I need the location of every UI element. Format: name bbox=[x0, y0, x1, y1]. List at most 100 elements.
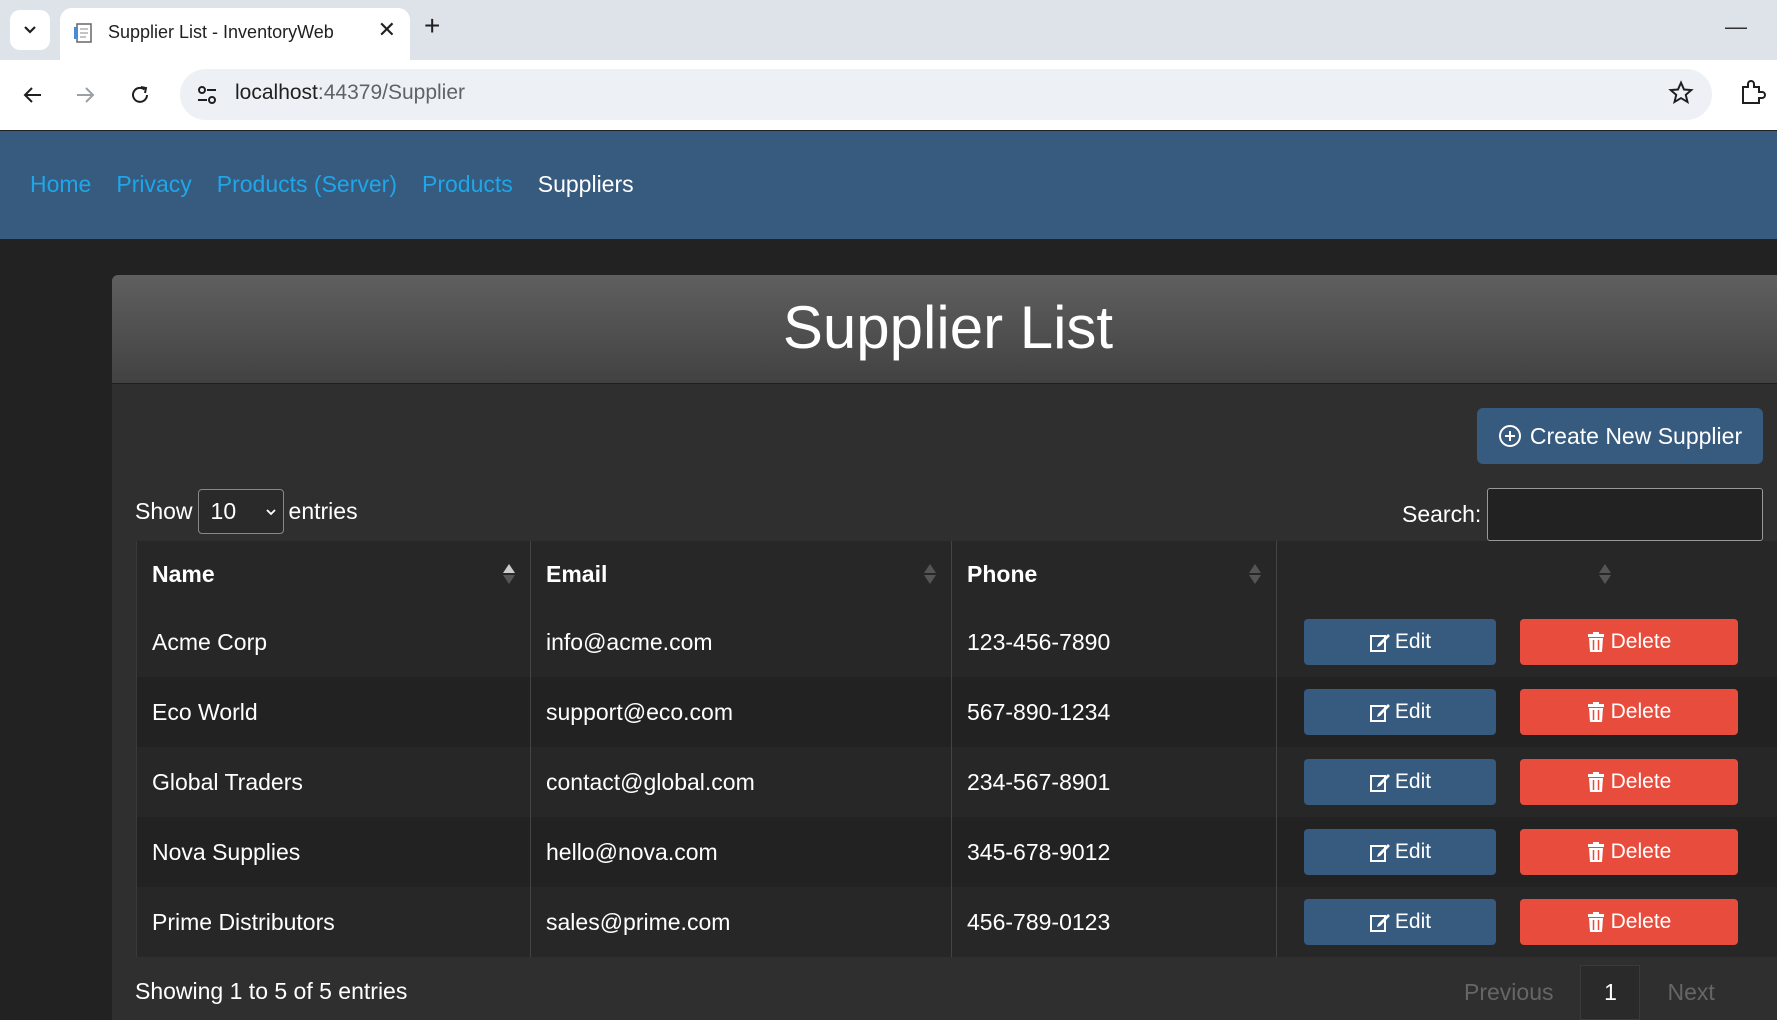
table-header-row: Name Email Phone bbox=[136, 541, 1777, 607]
cell-name: Nova Supplies bbox=[136, 817, 531, 887]
address-bar[interactable]: localhost:44379/Supplier bbox=[180, 69, 1712, 120]
column-header-actions[interactable] bbox=[1276, 541, 1777, 607]
cell-phone: 123-456-7890 bbox=[951, 607, 1277, 677]
search-control: Search: bbox=[1402, 488, 1764, 541]
edit-button[interactable]: Edit bbox=[1304, 619, 1496, 665]
delete-button[interactable]: Delete bbox=[1520, 759, 1738, 805]
page-title: Supplier List bbox=[782, 294, 1114, 361]
nav-link-products-server[interactable]: Products (Server) bbox=[217, 171, 397, 198]
column-header-name[interactable]: Name bbox=[136, 541, 531, 607]
table-row: Eco World support@eco.com 567-890-1234 E… bbox=[136, 677, 1777, 747]
show-label: Show bbox=[135, 498, 193, 524]
browser-tab-active[interactable]: Supplier List - InventoryWeb ✕ bbox=[60, 8, 410, 60]
extensions-icon[interactable] bbox=[1738, 78, 1766, 106]
edit-button[interactable]: Edit bbox=[1304, 759, 1496, 805]
table-row: Prime Distributors sales@prime.com 456-7… bbox=[136, 887, 1777, 957]
bookmark-star-icon[interactable] bbox=[1668, 80, 1694, 106]
edit-button[interactable]: Edit bbox=[1304, 829, 1496, 875]
cell-email: contact@global.com bbox=[530, 747, 952, 817]
nav-link-products[interactable]: Products bbox=[422, 171, 513, 198]
tab-search-button[interactable] bbox=[10, 10, 50, 50]
edit-icon bbox=[1369, 914, 1390, 932]
column-header-email[interactable]: Email bbox=[530, 541, 952, 607]
table-info: Showing 1 to 5 of 5 entries bbox=[135, 978, 408, 1004]
entries-label: entries bbox=[288, 498, 358, 524]
nav-links: Home Privacy Products (Server) Products … bbox=[30, 171, 634, 198]
supplier-card: Supplier List Create New Supplier Show 1… bbox=[112, 275, 1777, 1020]
create-supplier-label: Create New Supplier bbox=[1529, 422, 1743, 449]
sort-ascending-icon bbox=[503, 564, 515, 584]
trash-icon bbox=[1587, 912, 1604, 932]
chevron-down-icon bbox=[265, 508, 276, 515]
cell-name: Prime Distributors bbox=[136, 887, 531, 957]
edit-icon bbox=[1369, 704, 1390, 722]
supplier-table: Name Email Phone Acme Corp info@acme.com… bbox=[136, 541, 1777, 957]
url-text: localhost:44379/Supplier bbox=[235, 81, 466, 104]
pagination-previous[interactable]: Previous bbox=[1452, 979, 1565, 1006]
table-row: Nova Supplies hello@nova.com 345-678-901… bbox=[136, 817, 1777, 887]
site-info-icon[interactable] bbox=[194, 82, 220, 108]
edit-icon bbox=[1369, 844, 1390, 862]
reload-icon[interactable] bbox=[125, 80, 155, 110]
cell-phone: 234-567-8901 bbox=[951, 747, 1277, 817]
cell-phone: 456-789-0123 bbox=[951, 887, 1277, 957]
edit-button[interactable]: Edit bbox=[1304, 899, 1496, 945]
page-length-select[interactable]: 10 bbox=[197, 489, 284, 534]
nav-link-suppliers[interactable]: Suppliers bbox=[538, 171, 634, 198]
pagination: Previous 1 Next bbox=[1452, 965, 1727, 1020]
cell-email: info@acme.com bbox=[530, 607, 952, 677]
search-label: Search: bbox=[1402, 501, 1482, 527]
page-length-control: Show 10 entries bbox=[135, 489, 358, 534]
cell-actions: Edit Delete bbox=[1276, 607, 1777, 677]
app-navbar: Home Privacy Products (Server) Products … bbox=[0, 131, 1777, 239]
cell-email: hello@nova.com bbox=[530, 817, 952, 887]
create-supplier-button[interactable]: Create New Supplier bbox=[1477, 408, 1763, 464]
column-header-phone[interactable]: Phone bbox=[951, 541, 1277, 607]
nav-link-home[interactable]: Home bbox=[30, 171, 91, 198]
trash-icon bbox=[1587, 842, 1604, 862]
plus-circle-icon bbox=[1498, 425, 1521, 447]
cell-name: Eco World bbox=[136, 677, 531, 747]
sort-icon bbox=[924, 564, 936, 584]
card-header: Supplier List bbox=[112, 275, 1777, 384]
trash-icon bbox=[1587, 702, 1604, 722]
trash-icon bbox=[1587, 772, 1604, 792]
sort-icon bbox=[1249, 564, 1261, 584]
cell-actions: Edit Delete bbox=[1276, 747, 1777, 817]
edit-button[interactable]: Edit bbox=[1304, 689, 1496, 735]
chevron-down-icon bbox=[24, 26, 36, 34]
browser-toolbar: localhost:44379/Supplier bbox=[0, 60, 1777, 130]
trash-icon bbox=[1587, 632, 1604, 652]
back-icon[interactable] bbox=[18, 80, 48, 110]
cell-phone: 345-678-9012 bbox=[951, 817, 1277, 887]
cell-actions: Edit Delete bbox=[1276, 677, 1777, 747]
edit-icon bbox=[1369, 634, 1390, 652]
table-row: Global Traders contact@global.com 234-56… bbox=[136, 747, 1777, 817]
cell-email: sales@prime.com bbox=[530, 887, 952, 957]
cell-email: support@eco.com bbox=[530, 677, 952, 747]
pagination-page-current[interactable]: 1 bbox=[1580, 965, 1641, 1020]
delete-button[interactable]: Delete bbox=[1520, 899, 1738, 945]
delete-button[interactable]: Delete bbox=[1520, 619, 1738, 665]
new-tab-icon[interactable]: + bbox=[424, 12, 440, 40]
search-input[interactable] bbox=[1487, 488, 1764, 541]
delete-button[interactable]: Delete bbox=[1520, 689, 1738, 735]
cell-name: Acme Corp bbox=[136, 607, 531, 677]
cell-name: Global Traders bbox=[136, 747, 531, 817]
table-row: Acme Corp info@acme.com 123-456-7890 Edi… bbox=[136, 607, 1777, 677]
cell-actions: Edit Delete bbox=[1276, 887, 1777, 957]
delete-button[interactable]: Delete bbox=[1520, 829, 1738, 875]
sort-icon bbox=[1599, 564, 1611, 584]
cell-phone: 567-890-1234 bbox=[951, 677, 1277, 747]
close-tab-icon[interactable]: ✕ bbox=[378, 19, 396, 41]
page-length-value: 10 bbox=[210, 498, 237, 524]
page-favicon-icon bbox=[74, 23, 92, 43]
cell-actions: Edit Delete bbox=[1276, 817, 1777, 887]
minimize-window-icon[interactable]: — bbox=[1725, 14, 1747, 40]
nav-link-privacy[interactable]: Privacy bbox=[116, 171, 191, 198]
pagination-next[interactable]: Next bbox=[1655, 979, 1726, 1006]
tab-title: Supplier List - InventoryWeb bbox=[108, 22, 334, 42]
browser-tabstrip: Supplier List - InventoryWeb ✕ + — bbox=[0, 0, 1777, 60]
edit-icon bbox=[1369, 774, 1390, 792]
forward-icon[interactable] bbox=[70, 80, 100, 110]
